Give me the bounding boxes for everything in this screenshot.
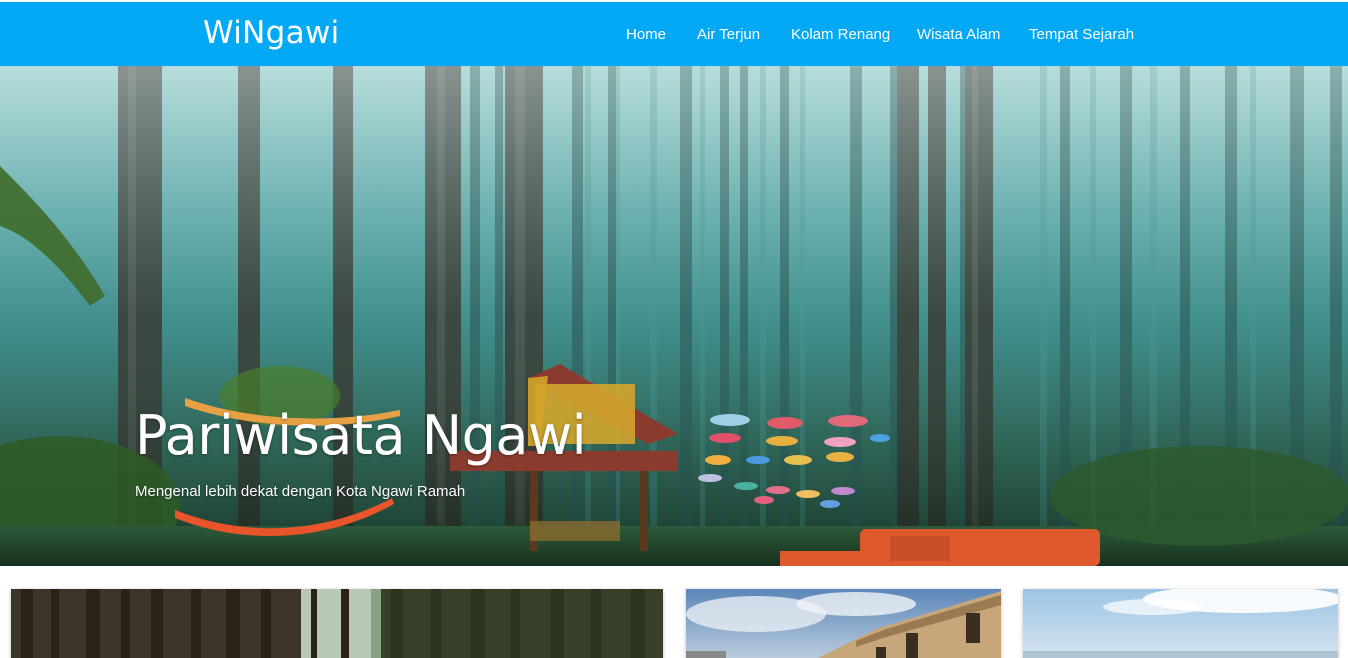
brand-logo[interactable]: WiNgawi [203, 15, 340, 51]
nav-link-wisata-alam[interactable]: Wisata Alam [917, 26, 1000, 43]
card-image-forest [11, 589, 663, 658]
hero-subtitle: Mengenal lebih dekat dengan Kota Ngawi R… [135, 483, 466, 500]
card-image-sky [1023, 589, 1338, 658]
nav-link-home[interactable]: Home [626, 26, 666, 43]
hero-title: Pariwisata Ngawi [135, 404, 587, 467]
destination-card[interactable] [11, 589, 663, 658]
nav-link-tempat-sejarah[interactable]: Tempat Sejarah [1029, 26, 1134, 43]
destination-card[interactable] [1023, 589, 1338, 658]
nav-link-air-terjun[interactable]: Air Terjun [697, 26, 760, 43]
card-image-fort [686, 589, 1001, 658]
hero-banner: Pariwisata Ngawi Mengenal lebih dekat de… [0, 66, 1348, 566]
navbar: WiNgawi Home Air Terjun Kolam Renang Wis… [0, 2, 1348, 66]
destination-card[interactable] [686, 589, 1001, 658]
destination-cards [0, 566, 1348, 658]
nav-link-kolam-renang[interactable]: Kolam Renang [791, 26, 890, 43]
